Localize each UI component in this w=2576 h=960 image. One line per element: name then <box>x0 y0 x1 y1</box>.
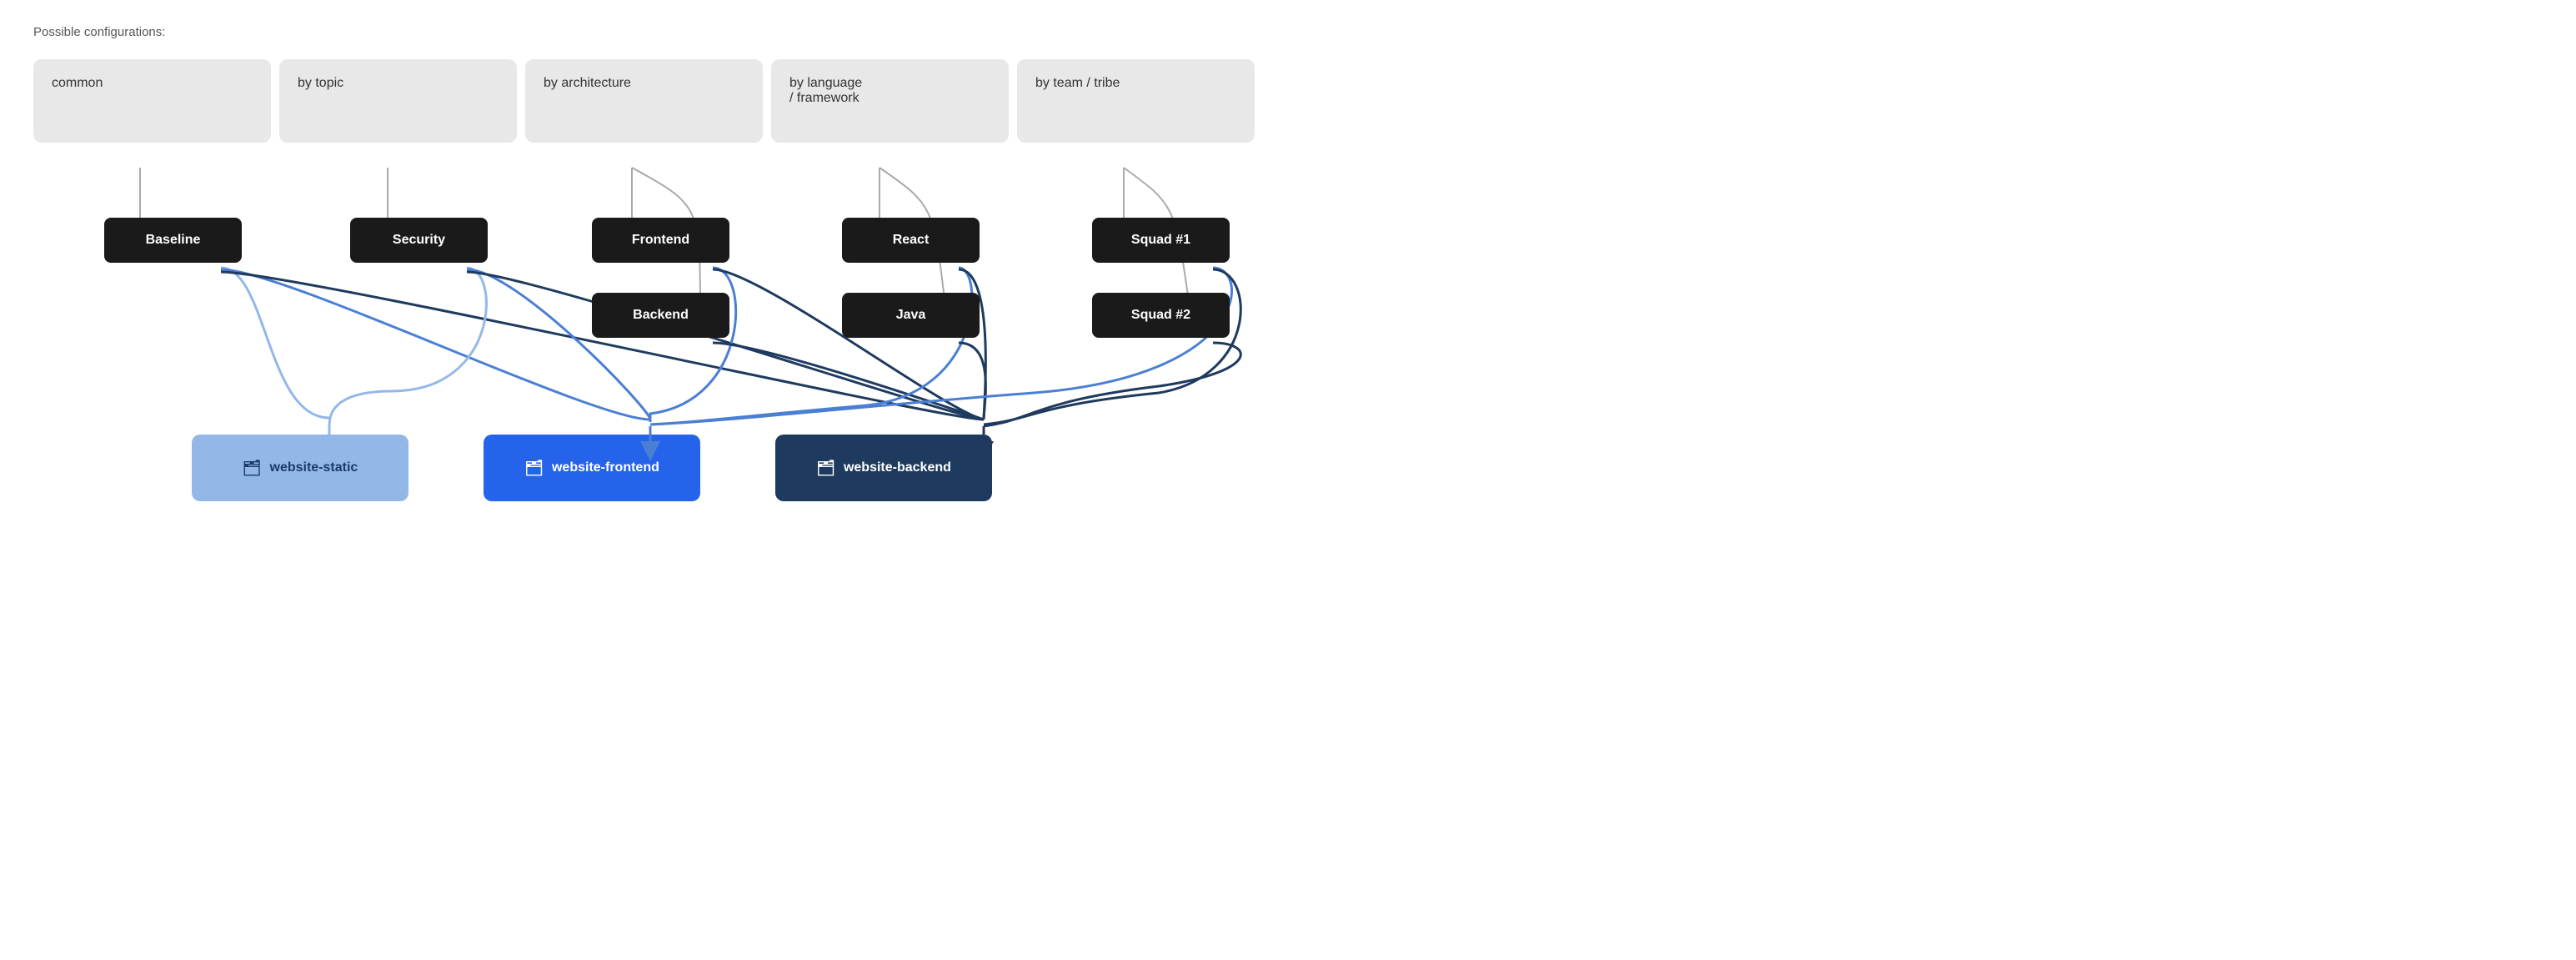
output-website-static: 🗂 website-static <box>192 435 408 501</box>
output-website-frontend: 🗂 website-frontend <box>484 435 700 501</box>
node-squad1: Squad #1 <box>1092 218 1230 263</box>
outputs-row: 🗂 website-static 🗂 website-frontend 🗂 we… <box>33 435 1255 501</box>
nodes-section: Baseline Security Frontend Backend React… <box>33 151 1255 435</box>
category-common: common <box>33 59 271 143</box>
node-security: Security <box>350 218 488 263</box>
categories-row: common by topic by architecture by langu… <box>33 59 1255 143</box>
node-squad2: Squad #2 <box>1092 293 1230 338</box>
folder-icon-static: 🗂 <box>243 460 262 477</box>
by-language-text: by language/ framework <box>789 76 862 106</box>
diagram-container: common by topic by architecture by langu… <box>33 59 1255 501</box>
possible-configs-label: Possible configurations: <box>33 25 1255 39</box>
category-by-team: by team / tribe <box>1017 59 1255 143</box>
folder-icon-frontend: 🗂 <box>524 460 544 477</box>
node-backend: Backend <box>592 293 729 338</box>
category-by-topic: by topic <box>279 59 517 143</box>
node-baseline: Baseline <box>104 218 242 263</box>
category-by-architecture: by architecture <box>525 59 763 143</box>
page-wrapper: Possible configurations: common by topic… <box>33 25 1255 501</box>
node-react: React <box>842 218 980 263</box>
node-java: Java <box>842 293 980 338</box>
output-website-backend: 🗂 website-backend <box>775 435 992 501</box>
category-by-language: by language/ framework <box>771 59 1009 143</box>
node-frontend: Frontend <box>592 218 729 263</box>
folder-icon-backend: 🗂 <box>816 460 835 477</box>
